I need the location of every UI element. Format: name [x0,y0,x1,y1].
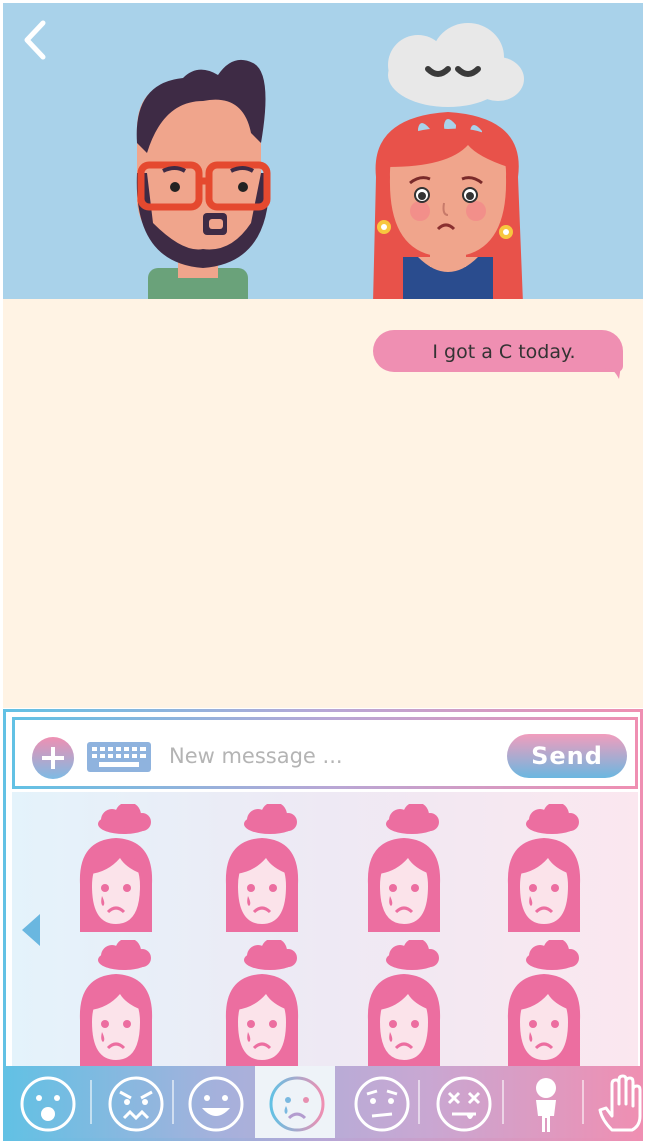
sad-girl-sticker[interactable] [72,938,158,1066]
sticker-grid [12,792,638,1066]
happy-icon [188,1076,244,1132]
chat-message-area: I got a C today. [3,299,643,708]
bubble-tail [601,353,623,379]
hand-icon [598,1074,642,1132]
surprised-icon [20,1076,76,1132]
message-input[interactable] [167,737,491,775]
tab-sad[interactable] [255,1066,335,1138]
contact-avatar-man [136,59,271,299]
sad-girl-sticker[interactable] [500,802,586,934]
sad-girl-sticker[interactable] [218,938,304,1066]
sad-girl-sticker[interactable] [218,802,304,934]
send-button[interactable]: Send [507,734,627,778]
emotion-category-tabs [6,1066,642,1138]
dizzy-icon [436,1076,492,1132]
back-chevron-icon[interactable] [17,17,57,63]
sad-girl-sticker[interactable] [500,938,586,1066]
sad-icon [269,1076,325,1132]
tab-surprised[interactable] [6,1066,86,1138]
tab-happy[interactable] [174,1066,254,1138]
worried-icon [354,1076,410,1132]
keyboard-icon[interactable] [87,742,151,772]
angry-icon [108,1076,164,1132]
composer-panel: Send [3,709,643,1141]
message-text: I got a C today. [432,341,576,363]
tab-divider [418,1080,420,1124]
person-icon [536,1078,556,1132]
tab-hand[interactable] [580,1066,646,1138]
tab-dizzy[interactable] [422,1066,502,1138]
tab-divider [90,1080,92,1124]
sad-girl-sticker[interactable] [360,802,446,934]
sad-girl-sticker[interactable] [72,802,158,934]
user-avatar-sad-girl [373,23,524,299]
sad-girl-sticker[interactable] [360,938,446,1066]
message-composer: Send [12,717,638,789]
tab-angry[interactable] [94,1066,174,1138]
tab-worried[interactable] [340,1066,420,1138]
previous-page-arrow-icon[interactable] [22,914,40,946]
conversation-header-illustration [3,3,643,299]
add-attachment-button[interactable] [32,737,74,779]
outgoing-message-bubble[interactable]: I got a C today. [373,330,623,372]
tab-person[interactable] [504,1066,584,1138]
